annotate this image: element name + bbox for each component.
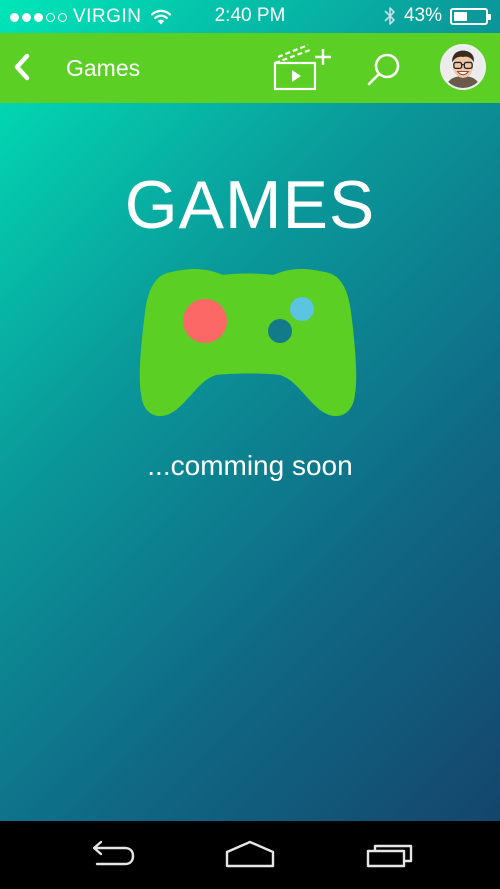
battery-icon xyxy=(450,7,491,25)
gamepad-icon xyxy=(139,268,357,417)
search-button[interactable] xyxy=(365,51,403,89)
avatar[interactable] xyxy=(440,44,486,90)
avatar-image xyxy=(442,46,484,88)
coming-soon-text: ...comming soon xyxy=(147,450,353,481)
recent-apps-icon xyxy=(366,844,413,868)
add-video-button[interactable] xyxy=(270,41,334,93)
status-bar: VIRGIN 2:40 PM 43% xyxy=(0,0,500,33)
app-header: Games xyxy=(0,33,500,103)
back-button[interactable] xyxy=(10,52,36,82)
battery-level xyxy=(454,11,467,21)
nav-recent-button[interactable] xyxy=(365,839,415,871)
nav-back-button[interactable] xyxy=(87,839,135,871)
page-title: GAMES xyxy=(124,167,376,243)
status-right: 43% xyxy=(384,5,491,27)
system-nav-bar xyxy=(0,821,500,889)
battery-percent: 43% xyxy=(403,5,442,26)
clapperboard-plus-icon xyxy=(273,43,331,91)
bluetooth-icon xyxy=(384,7,395,25)
header-title: Games xyxy=(66,55,141,81)
search-icon xyxy=(367,53,400,86)
home-icon xyxy=(225,840,275,868)
nav-home-button[interactable] xyxy=(224,839,276,871)
back-arrow-icon xyxy=(92,840,135,866)
games-screen: VIRGIN 2:40 PM 43% Games GAMES ...commin… xyxy=(0,0,500,889)
